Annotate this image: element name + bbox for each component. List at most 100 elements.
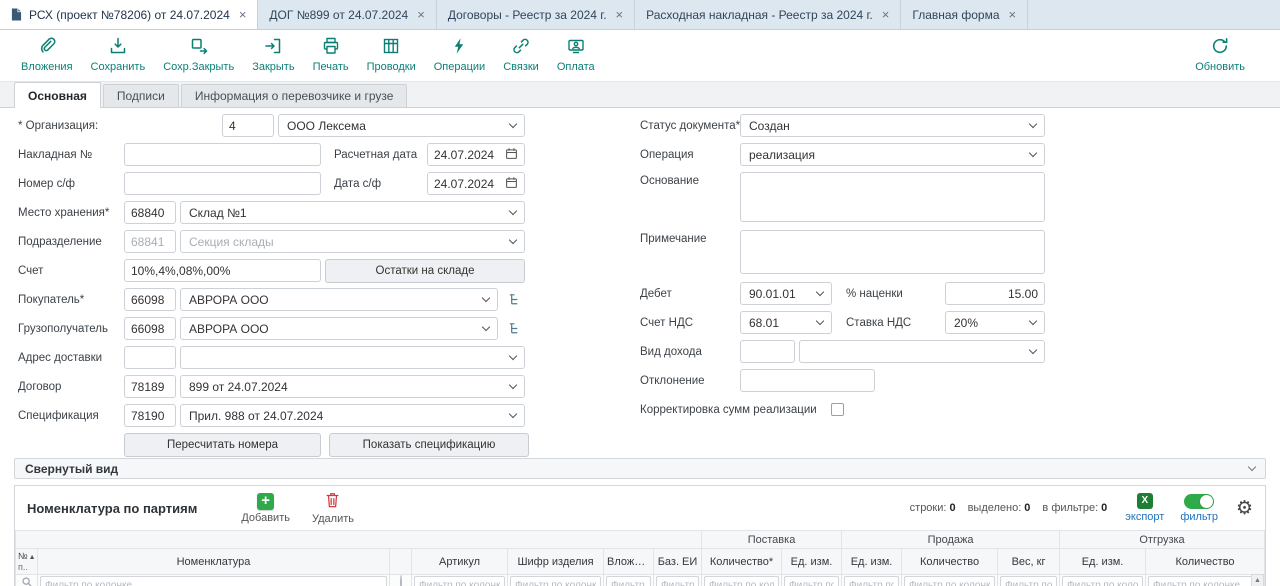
plus-icon: + bbox=[257, 493, 274, 510]
close-icon[interactable]: × bbox=[417, 8, 425, 21]
column-ship-unit[interactable]: Ед. изм. bbox=[1060, 549, 1146, 575]
lightning-icon bbox=[449, 36, 469, 59]
tab-carrier-cargo-info[interactable]: Информация о перевозчике и грузе bbox=[181, 84, 408, 107]
filter-sale-unit-input[interactable] bbox=[844, 576, 899, 586]
contract-select[interactable]: 899 от 24.07.2024 bbox=[180, 375, 525, 398]
column-nomenclature[interactable]: Номенклатура bbox=[38, 549, 390, 575]
column-article[interactable]: Артикул bbox=[412, 549, 508, 575]
tab-main-form[interactable]: Главная форма × bbox=[901, 0, 1028, 29]
postings-button[interactable]: Проводки bbox=[358, 34, 425, 75]
save-close-button[interactable]: Сохр.Закрыть bbox=[154, 34, 243, 75]
gear-icon[interactable]: ⚙ bbox=[1236, 499, 1253, 518]
close-icon[interactable]: × bbox=[882, 8, 890, 21]
debit-select[interactable]: 90.01.01 bbox=[740, 282, 832, 305]
tab-contracts-registry[interactable]: Договоры - Реестр за 2024 г. × bbox=[437, 0, 635, 29]
vat-rate-select[interactable]: 20% bbox=[945, 311, 1045, 334]
buyer-hierarchy-button[interactable] bbox=[503, 289, 525, 311]
filter-base-unit-input[interactable] bbox=[656, 576, 699, 586]
consignee-code-input[interactable] bbox=[124, 317, 176, 340]
specification-select[interactable]: Прил. 988 от 24.07.2024 bbox=[180, 404, 525, 427]
filter-ship-quantity-input[interactable] bbox=[1148, 576, 1262, 586]
filter-ship-unit-input[interactable] bbox=[1062, 576, 1143, 586]
income-type-select[interactable] bbox=[799, 340, 1045, 363]
basis-textarea[interactable] bbox=[740, 172, 1045, 222]
division-select[interactable]: Секция склады bbox=[180, 230, 525, 253]
attachments-button[interactable]: Вложения bbox=[12, 34, 82, 75]
stock-remainders-button[interactable]: Остатки на складе bbox=[325, 259, 525, 283]
delete-row-button[interactable]: Удалить bbox=[312, 492, 354, 525]
specification-code-input[interactable] bbox=[124, 404, 176, 427]
contract-code-input[interactable] bbox=[124, 375, 176, 398]
refresh-button[interactable]: Обновить bbox=[1186, 34, 1254, 75]
column-unit[interactable]: Ед. изм. bbox=[782, 549, 842, 575]
delivery-address-code-input[interactable] bbox=[124, 346, 176, 369]
tab-signatures[interactable]: Подписи bbox=[103, 84, 179, 107]
payment-button[interactable]: Оплата bbox=[548, 34, 604, 75]
consignee-select[interactable]: АВРОРА ООО bbox=[180, 317, 498, 340]
status-select[interactable]: Создан bbox=[740, 114, 1045, 137]
sf-no-input[interactable] bbox=[124, 172, 321, 195]
column-weight[interactable]: Вес, кг bbox=[998, 549, 1060, 575]
operation-select[interactable]: реализация bbox=[740, 143, 1045, 166]
filter-attachments-input[interactable] bbox=[606, 576, 651, 586]
filter-toggle[interactable]: фильтр bbox=[1180, 494, 1218, 523]
invoice-no-input[interactable] bbox=[124, 143, 321, 166]
payment-card-icon bbox=[566, 36, 586, 59]
buyer-code-input[interactable] bbox=[124, 288, 176, 311]
column-attachments[interactable]: Вложени... bbox=[604, 549, 654, 575]
organization-code-input[interactable] bbox=[222, 114, 274, 137]
calc-date-input[interactable] bbox=[427, 143, 525, 166]
filter-sale-quantity-input[interactable] bbox=[904, 576, 995, 586]
tab-invoices-registry[interactable]: Расходная накладная - Реестр за 2024 г. … bbox=[635, 0, 901, 29]
filter-cipher-input[interactable] bbox=[510, 576, 601, 586]
recalc-numbers-button[interactable]: Пересчитать номера bbox=[124, 433, 321, 457]
filter-quantity-input[interactable] bbox=[704, 576, 779, 586]
organization-select[interactable]: ООО Лексема bbox=[278, 114, 525, 137]
division-code-input[interactable] bbox=[124, 230, 176, 253]
income-type-code-input[interactable] bbox=[740, 340, 795, 363]
filter-article-input[interactable] bbox=[414, 576, 505, 586]
column-sale-unit[interactable]: Ед. изм. bbox=[842, 549, 902, 575]
print-button[interactable]: Печать bbox=[304, 34, 358, 75]
storage-code-input[interactable] bbox=[124, 201, 176, 224]
deviation-input[interactable] bbox=[740, 369, 875, 392]
sf-date-input[interactable] bbox=[427, 172, 525, 195]
show-specification-button[interactable]: Показать спецификацию bbox=[329, 433, 529, 457]
consignee-hierarchy-button[interactable] bbox=[503, 318, 525, 340]
tab-main[interactable]: Основная bbox=[14, 82, 101, 108]
storage-select[interactable]: Склад №1 bbox=[180, 201, 525, 224]
links-button[interactable]: Связки bbox=[494, 34, 548, 75]
column-cipher[interactable]: Шифр изделия bbox=[508, 549, 604, 575]
column-ship-quantity[interactable]: Количество bbox=[1146, 549, 1265, 575]
close-icon[interactable]: × bbox=[1009, 8, 1017, 21]
column-sale-quantity[interactable]: Количество bbox=[902, 549, 998, 575]
markup-input[interactable] bbox=[945, 282, 1045, 305]
save-button[interactable]: Сохранить bbox=[82, 34, 155, 75]
selected-count: 0 bbox=[1024, 502, 1030, 514]
filter-unit-input[interactable] bbox=[784, 576, 839, 586]
tab-rsx-document[interactable]: РСХ (проект №78206) от 24.07.2024 × bbox=[0, 0, 258, 29]
basis-label: Основание bbox=[640, 172, 734, 187]
column-quantity[interactable]: Количество* bbox=[702, 549, 782, 575]
account-input[interactable] bbox=[124, 259, 321, 282]
delivery-address-select[interactable] bbox=[180, 346, 525, 369]
column-base-unit[interactable]: Баз. ЕИ bbox=[654, 549, 702, 575]
close-icon[interactable]: × bbox=[239, 8, 247, 21]
operations-button[interactable]: Операции bbox=[425, 34, 494, 75]
filtered-count: 0 bbox=[1101, 502, 1107, 514]
filter-nomenclature-input[interactable] bbox=[40, 576, 387, 586]
scroll-up-button[interactable]: ▲ bbox=[1251, 574, 1264, 586]
filter-weight-input[interactable] bbox=[1000, 576, 1057, 586]
tab-dog-contract[interactable]: ДОГ №899 от 24.07.2024 × bbox=[258, 0, 436, 29]
export-excel-button[interactable]: X экспорт bbox=[1125, 493, 1164, 523]
printer-icon bbox=[321, 36, 341, 59]
vat-account-select[interactable]: 68.01 bbox=[740, 311, 832, 334]
close-button[interactable]: Закрыть bbox=[243, 34, 303, 75]
note-textarea[interactable] bbox=[740, 230, 1045, 274]
buyer-select[interactable]: АВРОРА ООО bbox=[180, 288, 498, 311]
add-row-button[interactable]: + Добавить bbox=[241, 493, 290, 524]
column-row-number[interactable]: №▲ п.. bbox=[16, 549, 38, 575]
tab-label: Расходная накладная - Реестр за 2024 г. bbox=[646, 8, 873, 22]
close-icon[interactable]: × bbox=[616, 8, 624, 21]
correction-checkbox[interactable] bbox=[831, 403, 844, 416]
